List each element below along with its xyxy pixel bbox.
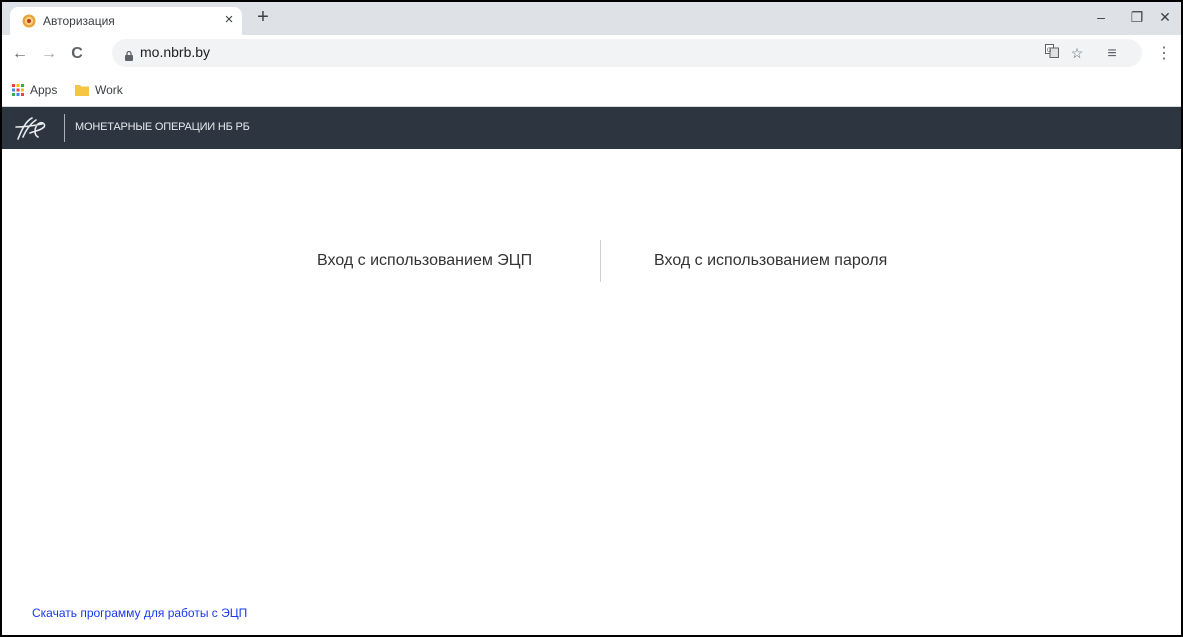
new-tab-button[interactable]: + (252, 6, 274, 28)
reading-list-icon[interactable]: ≡ (1102, 43, 1122, 65)
browser-menu-icon[interactable]: ⋮ (1154, 43, 1174, 65)
apps-grid-icon (12, 84, 24, 99)
login-options: Вход с использованием ЭЦП Вход с использ… (2, 240, 1181, 284)
bookmark-work-label: Work (95, 83, 123, 97)
bookmark-apps[interactable]: Apps (12, 82, 72, 98)
tab-strip: Авторизация × + – ❐ ✕ (2, 2, 1181, 35)
login-options-divider (600, 240, 601, 282)
site-favicon-icon (22, 14, 36, 28)
minimize-button[interactable]: – (1083, 6, 1119, 28)
close-window-button[interactable]: ✕ (1150, 6, 1180, 28)
browser-toolbar: ← → C mo.nbrb.by G ☆ ≡ ⋮ (2, 35, 1181, 74)
back-button[interactable]: ← (9, 43, 31, 65)
url-text: mo.nbrb.by (140, 44, 211, 60)
logo-divider (64, 114, 65, 142)
svg-text:G: G (1047, 47, 1052, 54)
site-header: МОНЕТАРНЫЕ ОПЕРАЦИИ НБ РБ (2, 107, 1181, 149)
address-bar[interactable]: mo.nbrb.by G ☆ (112, 39, 1142, 67)
folder-icon (75, 84, 89, 99)
bookmarks-bar: Apps Work (2, 74, 1181, 107)
site-title[interactable]: МОНЕТАРНЫЕ ОПЕРАЦИИ НБ РБ (75, 121, 250, 133)
tab-title: Авторизация (43, 14, 115, 28)
bookmark-work[interactable]: Work (75, 82, 145, 98)
login-ecp-option[interactable]: Вход с использованием ЭЦП (317, 252, 532, 270)
download-ecp-program-link[interactable]: Скачать программу для работы с ЭЦП (32, 606, 247, 620)
translate-icon[interactable]: G (1042, 43, 1062, 63)
forward-button[interactable]: → (38, 43, 60, 65)
tab-authorization[interactable]: Авторизация × (10, 7, 242, 35)
login-password-option[interactable]: Вход с использованием пароля (654, 252, 887, 270)
bookmark-apps-label: Apps (30, 83, 58, 97)
tab-close-icon[interactable]: × (220, 11, 238, 29)
bookmark-star-icon[interactable]: ☆ (1067, 43, 1087, 63)
lock-icon (125, 48, 133, 61)
browser-window: Авторизация × + – ❐ ✕ ← → C mo.nbrb.by G… (0, 0, 1183, 637)
nbrb-logo-icon[interactable] (12, 115, 54, 143)
reload-button[interactable]: C (66, 43, 88, 65)
